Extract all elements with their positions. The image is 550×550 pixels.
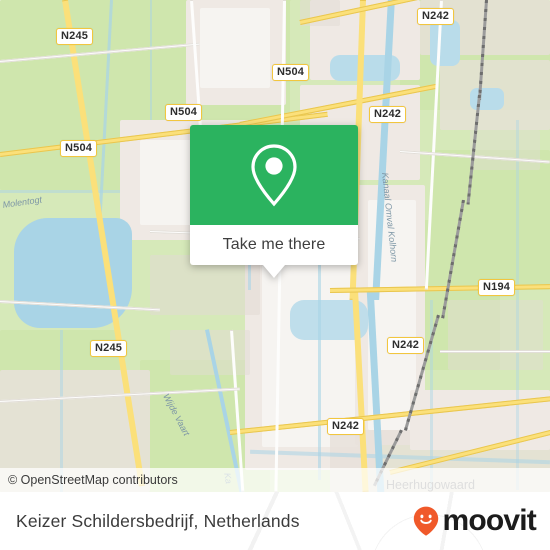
take-me-there-label: Take me there: [222, 236, 326, 253]
footer-bar: Keizer Schildersbedrijf, Netherlands moo…: [0, 492, 550, 550]
road-shield: N242: [327, 418, 365, 435]
road-shield: N504: [165, 104, 203, 121]
road-shield: N242: [417, 8, 455, 25]
map-attribution[interactable]: © OpenStreetMap contributors: [0, 468, 550, 492]
road-shield: N242: [387, 337, 425, 354]
popup-tail-pointer: [263, 265, 285, 278]
popup-action-bar[interactable]: Take me there: [190, 225, 358, 278]
attribution-text: © OpenStreetMap contributors: [8, 473, 178, 487]
moovit-logo[interactable]: moovit: [413, 506, 550, 536]
road-shield: N245: [56, 28, 94, 45]
location-pin-icon: [251, 144, 297, 207]
road-shield: N504: [60, 140, 98, 157]
road-shield: N245: [90, 340, 128, 357]
map-screenshot: Molentogt Wijde Vaart Kanaal Omval Kolhorn…: [0, 0, 550, 550]
location-title: Keizer Schildersbedrijf, Netherlands: [16, 510, 300, 531]
location-popup-card[interactable]: Take me there: [190, 125, 358, 278]
road-shield: N504: [272, 64, 310, 81]
road-shield: N242: [369, 106, 407, 123]
moovit-wordmark: moovit: [442, 504, 536, 537]
road-shield: N194: [478, 279, 516, 296]
popup-icon-area: [190, 125, 358, 225]
moovit-smiley-pin-icon: [414, 506, 439, 536]
